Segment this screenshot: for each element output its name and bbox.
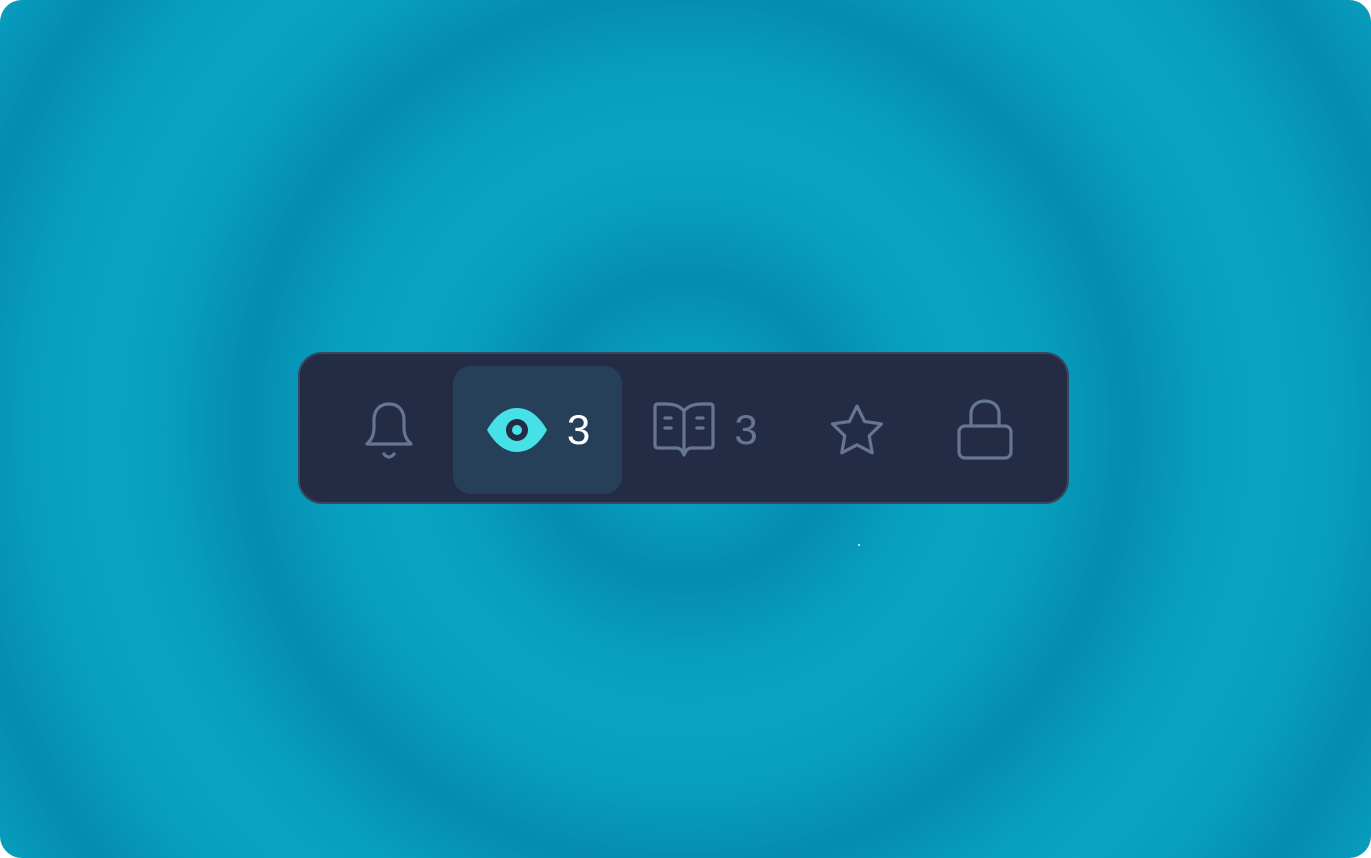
tab-favorites[interactable] [792, 366, 922, 494]
reading-count: 3 [734, 406, 758, 453]
open-book-icon [652, 401, 716, 459]
icon-toolbar: 3 3 [298, 352, 1069, 504]
tab-private[interactable] [920, 366, 1050, 494]
tab-reading[interactable]: 3 [630, 366, 780, 494]
star-icon [825, 399, 889, 461]
tab-views[interactable]: 3 [453, 366, 622, 494]
views-count: 3 [566, 406, 591, 453]
background: 3 3 [0, 0, 1371, 858]
cursor-dot [858, 544, 860, 546]
lock-icon [955, 398, 1015, 462]
bell-icon [359, 398, 419, 462]
eye-icon [485, 406, 549, 454]
tab-notifications[interactable] [324, 366, 454, 494]
